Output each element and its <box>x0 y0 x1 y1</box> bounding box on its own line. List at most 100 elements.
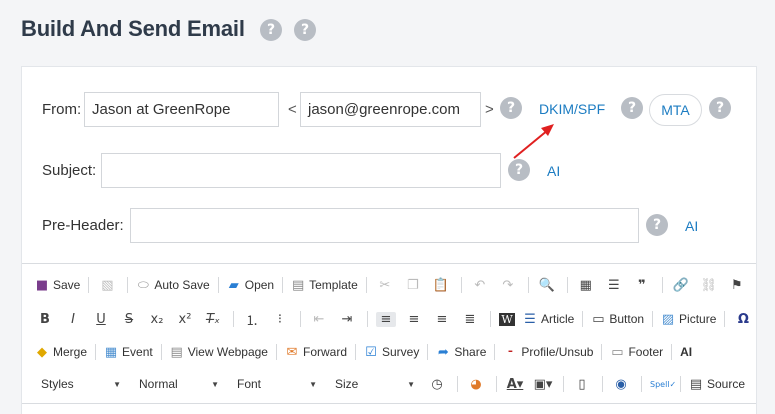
help-icon[interactable]: ? <box>646 214 668 236</box>
cut-icon[interactable]: ✂ <box>375 278 395 293</box>
copy-icon[interactable]: ❐ <box>403 278 423 293</box>
outdent-icon[interactable]: ⇤ <box>309 312 329 327</box>
image-icon: ▨ <box>661 311 675 327</box>
italic-icon[interactable]: I <box>63 312 83 327</box>
open-button[interactable]: ▰ Open <box>227 273 274 297</box>
from-name-input[interactable]: Jason at GreenRope <box>84 92 279 127</box>
help-icon[interactable]: ? <box>500 97 522 119</box>
align-center-icon[interactable]: ≡ <box>404 312 424 327</box>
folder-icon: ▰ <box>228 277 239 293</box>
subscript-icon[interactable]: x₂ <box>147 312 167 327</box>
align-justify-icon[interactable]: ≣ <box>460 312 480 327</box>
auto-save-toggle[interactable]: ⬭ Auto Save <box>136 273 210 297</box>
footer-button[interactable]: ▭ Footer <box>610 340 663 364</box>
article-button[interactable]: ☰ Article <box>523 307 574 331</box>
toolbar-row-2: B I U S x₂ x² T̶ₓ ⒈ ⁝ ⇤ ⇥ ≡ ≡ ≡ ≣ W ☰ Art… <box>35 304 761 334</box>
separator <box>602 376 603 392</box>
wikipedia-icon[interactable]: W <box>499 312 515 326</box>
text-color-icon[interactable]: A▾ <box>505 377 525 392</box>
remove-format-icon[interactable]: T̶ₓ <box>203 312 223 327</box>
size-dropdown[interactable]: Size ▼ <box>329 373 415 395</box>
separator <box>582 311 584 327</box>
styles-dropdown[interactable]: Styles ▼ <box>35 373 121 395</box>
separator <box>496 376 497 392</box>
separator <box>355 344 356 360</box>
paste-icon[interactable]: 📋 <box>431 278 451 293</box>
footer-icon: ▭ <box>611 344 624 360</box>
anchor-flag-icon[interactable]: ⚑ <box>727 278 747 293</box>
forward-button[interactable]: ✉ Forward <box>285 340 347 364</box>
restore-icon[interactable]: ▧ <box>97 278 117 293</box>
separator <box>457 376 458 392</box>
toolbar-row-4: Styles ▼ Normal ▼ Font ▼ Size ▼ ◷ ◕ A▾ ▣▾ ▯ … <box>35 369 751 399</box>
subject-input[interactable] <box>101 153 501 188</box>
indent-icon[interactable]: ⇥ <box>337 312 357 327</box>
share-icon: ➦ <box>437 344 449 360</box>
help-icon[interactable]: ? <box>260 19 282 41</box>
dkim-spf-link[interactable]: DKIM/SPF <box>539 101 605 117</box>
help-icon[interactable]: ? <box>508 159 530 181</box>
numbered-list-icon[interactable]: ⒈ <box>242 310 262 329</box>
help-icon[interactable]: ? <box>294 19 316 41</box>
separator <box>365 277 367 293</box>
toolbar-bottom-border <box>22 403 756 404</box>
preheader-ai-link[interactable]: AI <box>685 218 698 234</box>
table-icon[interactable]: ▦ <box>576 278 596 293</box>
align-left-icon[interactable]: ≡ <box>376 311 396 327</box>
preheader-label: Pre-Header: <box>42 217 124 234</box>
font-dropdown[interactable]: Font ▼ <box>231 373 317 395</box>
preheader-input[interactable] <box>130 208 639 243</box>
user-minus-icon: ⁃ <box>507 344 514 360</box>
ai-button[interactable]: AI <box>680 340 692 364</box>
blockquote-icon[interactable]: ❞ <box>632 278 652 293</box>
separator <box>652 311 654 327</box>
link-icon[interactable]: 🔗 <box>671 278 691 293</box>
share-button[interactable]: ➦ Share <box>436 340 486 364</box>
separator <box>275 344 277 360</box>
survey-button[interactable]: ☑ Survey <box>364 340 419 364</box>
view-webpage-button[interactable]: ▤ View Webpage <box>170 340 268 364</box>
align-right-icon[interactable]: ≡ <box>432 312 452 327</box>
event-button[interactable]: ▦ Event <box>104 340 153 364</box>
undo-icon[interactable]: ↶ <box>470 278 490 293</box>
superscript-icon[interactable]: x² <box>175 312 195 327</box>
redo-icon[interactable]: ↷ <box>498 278 518 293</box>
subject-ai-link[interactable]: AI <box>547 163 560 179</box>
calendar-icon: ▦ <box>104 344 118 360</box>
toolbar-row-1: ■ Save ▧ ⬭ Auto Save ▰ Open ▤ Template ✂ ❐ 📋… <box>35 270 755 300</box>
source-button[interactable]: ▤ Source <box>689 372 745 396</box>
color-palette-icon[interactable]: ◕ <box>466 377 486 392</box>
separator <box>661 277 663 293</box>
horizontal-rule-icon[interactable]: ☰ <box>604 278 624 293</box>
bulleted-list-icon[interactable]: ⁝ <box>270 312 290 327</box>
preview-eye-icon[interactable]: ◉ <box>611 377 631 392</box>
button-button[interactable]: ▭ Button <box>591 307 644 331</box>
from-email-input[interactable]: jason@greenrope.com <box>300 92 481 127</box>
separator <box>95 344 97 360</box>
special-character-icon[interactable]: Ω <box>733 312 753 327</box>
template-button[interactable]: ▤ Template <box>291 273 358 297</box>
find-icon[interactable]: 🔍 <box>537 278 557 293</box>
webpage-icon: ▤ <box>170 344 183 360</box>
background-color-icon[interactable]: ▣▾ <box>533 377 553 392</box>
format-dropdown[interactable]: Normal ▼ <box>133 373 219 395</box>
help-icon[interactable]: ? <box>709 97 731 119</box>
spellcheck-icon[interactable]: Spell✓ <box>650 380 676 389</box>
separator <box>367 311 368 327</box>
clock-icon[interactable]: ◷ <box>427 377 447 392</box>
separator <box>671 344 673 360</box>
profile-unsub-button[interactable]: ⁃ Profile/Unsub <box>503 340 593 364</box>
mobile-preview-icon[interactable]: ▯ <box>572 377 592 392</box>
help-icon[interactable]: ? <box>621 97 643 119</box>
bold-icon[interactable]: B <box>35 312 55 327</box>
save-button[interactable]: ■ Save <box>35 273 81 297</box>
picture-button[interactable]: ▨ Picture <box>661 307 717 331</box>
annotation-arrow <box>513 124 554 159</box>
separator <box>300 311 301 327</box>
source-icon: ▤ <box>689 376 703 392</box>
merge-button[interactable]: ◆ Merge <box>35 340 87 364</box>
strikethrough-icon[interactable]: S <box>119 312 139 327</box>
unlink-icon[interactable]: ⛓ <box>699 278 719 293</box>
mta-button[interactable]: MTA <box>649 94 702 126</box>
underline-icon[interactable]: U <box>91 312 111 327</box>
